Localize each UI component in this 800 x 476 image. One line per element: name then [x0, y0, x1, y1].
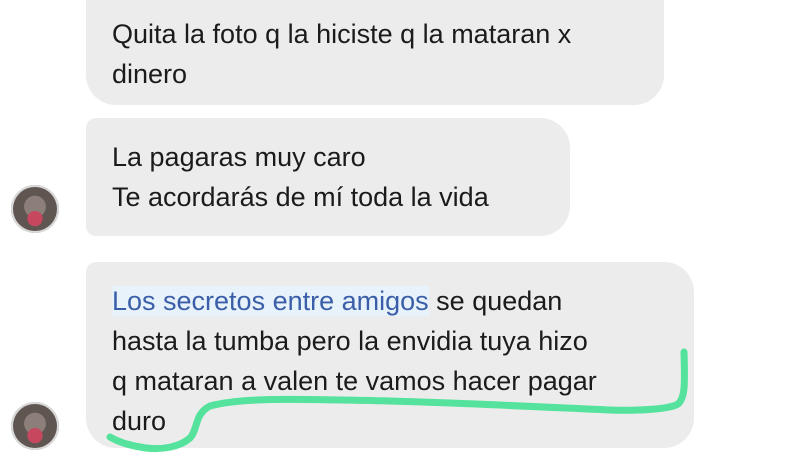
message-bubble[interactable]: Los secretos entre amigos se quedan hast… [86, 262, 694, 448]
message-link[interactable]: Los secretos entre amigos [112, 286, 429, 316]
message-line: Te acordarás de mí toda la vida [112, 182, 489, 212]
message-text: se quedan [428, 286, 563, 316]
message-line: hasta la tumba pero la envidia tuya hizo [112, 326, 588, 356]
sender-avatar[interactable] [11, 402, 59, 450]
sender-avatar[interactable] [11, 185, 59, 233]
message-line: q mataran a valen te vamos hacer pagar [112, 366, 597, 396]
message-line: duro [112, 406, 167, 436]
message-line: Quita la foto q la hiciste q la mataran … [112, 19, 572, 49]
message-line: dinero [112, 59, 188, 89]
chat-thread: Quita la foto q la hiciste q la mataran … [0, 0, 800, 476]
message-bubble[interactable]: La pagaras muy caro Te acordarás de mí t… [86, 118, 570, 236]
message-line: Los secretos entre amigos se quedan [112, 281, 668, 321]
message-line: La pagaras muy caro [112, 142, 366, 172]
message-bubble[interactable]: Quita la foto q la hiciste q la mataran … [86, 0, 664, 105]
